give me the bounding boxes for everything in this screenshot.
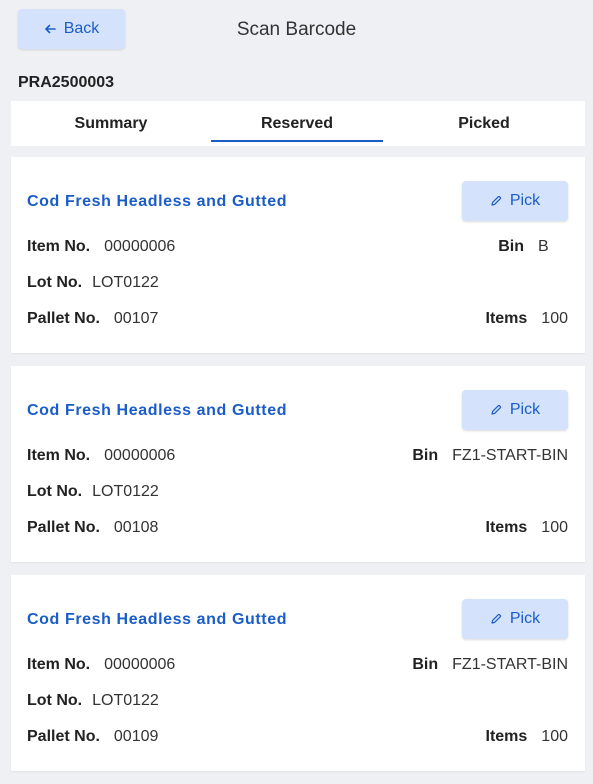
lot-no-field: Lot No. LOT0122 (27, 274, 159, 292)
page-title: Scan Barcode (236, 19, 357, 40)
items-field: Items 100 (486, 519, 569, 537)
items-label: Items (485, 310, 528, 327)
reserved-card: Cod Fresh Headless and Gutted Pick Item … (11, 366, 585, 562)
app-header: Back Scan Barcode (0, 0, 593, 62)
items-field: Items 100 (486, 728, 569, 746)
item-no-label: Item No. (27, 447, 91, 464)
pick-button[interactable]: Pick (462, 181, 568, 221)
lot-no-value: LOT0122 (92, 692, 159, 709)
bin-label: Bin (412, 656, 439, 673)
pick-label: Pick (509, 401, 541, 418)
pallet-no-field: Pallet No. 00107 (27, 310, 158, 328)
bin-label: Bin (412, 447, 439, 464)
item-no-field: Item No. 00000006 (27, 656, 175, 674)
bin-value: B (538, 238, 549, 255)
pick-button[interactable]: Pick (462, 390, 568, 430)
item-no-field: Item No. 00000006 (27, 238, 175, 256)
order-id: PRA2500003 (18, 74, 115, 91)
bin-field: Bin B (498, 238, 568, 256)
item-no-value: 00000006 (104, 447, 176, 464)
lot-no-field: Lot No. LOT0122 (27, 692, 159, 710)
pallet-no-value: 00107 (113, 310, 159, 327)
bin-field: Bin FZ1-START-BIN (412, 656, 568, 674)
bin-label: Bin (498, 238, 524, 255)
pallet-no-value: 00109 (113, 728, 159, 745)
lot-no-label: Lot No. (27, 483, 83, 500)
pallet-no-label: Pallet No. (27, 310, 100, 327)
lot-no-label: Lot No. (27, 274, 83, 291)
item-no-value: 00000006 (104, 238, 176, 255)
pallet-no-label: Pallet No. (27, 728, 100, 745)
lot-no-value: LOT0122 (92, 274, 159, 291)
item-title: Cod Fresh Headless and Gutted (27, 402, 288, 419)
pallet-no-field: Pallet No. 00108 (27, 519, 158, 537)
items-label: Items (485, 728, 528, 745)
pallet-no-value: 00108 (113, 519, 159, 536)
pallet-no-label: Pallet No. (27, 519, 100, 536)
tab-bar: Summary Reserved Picked (11, 101, 585, 146)
lot-no-field: Lot No. LOT0122 (27, 483, 159, 501)
reserved-list: Cod Fresh Headless and Gutted Pick Item … (11, 157, 585, 784)
pick-label: Pick (509, 192, 541, 209)
lot-no-value: LOT0122 (92, 483, 159, 500)
item-no-label: Item No. (27, 238, 91, 255)
pencil-icon (491, 404, 501, 415)
pencil-icon (491, 195, 501, 206)
lot-no-label: Lot No. (27, 692, 83, 709)
reserved-card: Cod Fresh Headless and Gutted Pick Item … (11, 575, 585, 771)
bin-field: Bin FZ1-START-BIN (412, 447, 568, 465)
pencil-icon (491, 613, 501, 624)
items-value: 100 (541, 310, 568, 327)
reserved-card: Cod Fresh Headless and Gutted Pick Item … (11, 157, 585, 353)
bin-value: FZ1-START-BIN (452, 656, 568, 673)
bin-value: FZ1-START-BIN (452, 447, 568, 464)
item-title: Cod Fresh Headless and Gutted (27, 611, 288, 628)
items-label: Items (485, 519, 528, 536)
pallet-no-field: Pallet No. 00109 (27, 728, 158, 746)
items-value: 100 (541, 519, 568, 536)
item-no-value: 00000006 (104, 656, 176, 673)
item-no-label: Item No. (27, 656, 91, 673)
items-field: Items 100 (486, 310, 569, 328)
items-value: 100 (541, 728, 568, 745)
item-no-field: Item No. 00000006 (27, 447, 175, 465)
item-title: Cod Fresh Headless and Gutted (27, 193, 288, 210)
tab-reserved[interactable]: Reserved (211, 101, 383, 146)
tab-picked[interactable]: Picked (383, 101, 585, 146)
pick-label: Pick (509, 610, 541, 627)
tab-summary[interactable]: Summary (11, 101, 211, 146)
pick-button[interactable]: Pick (462, 599, 568, 639)
